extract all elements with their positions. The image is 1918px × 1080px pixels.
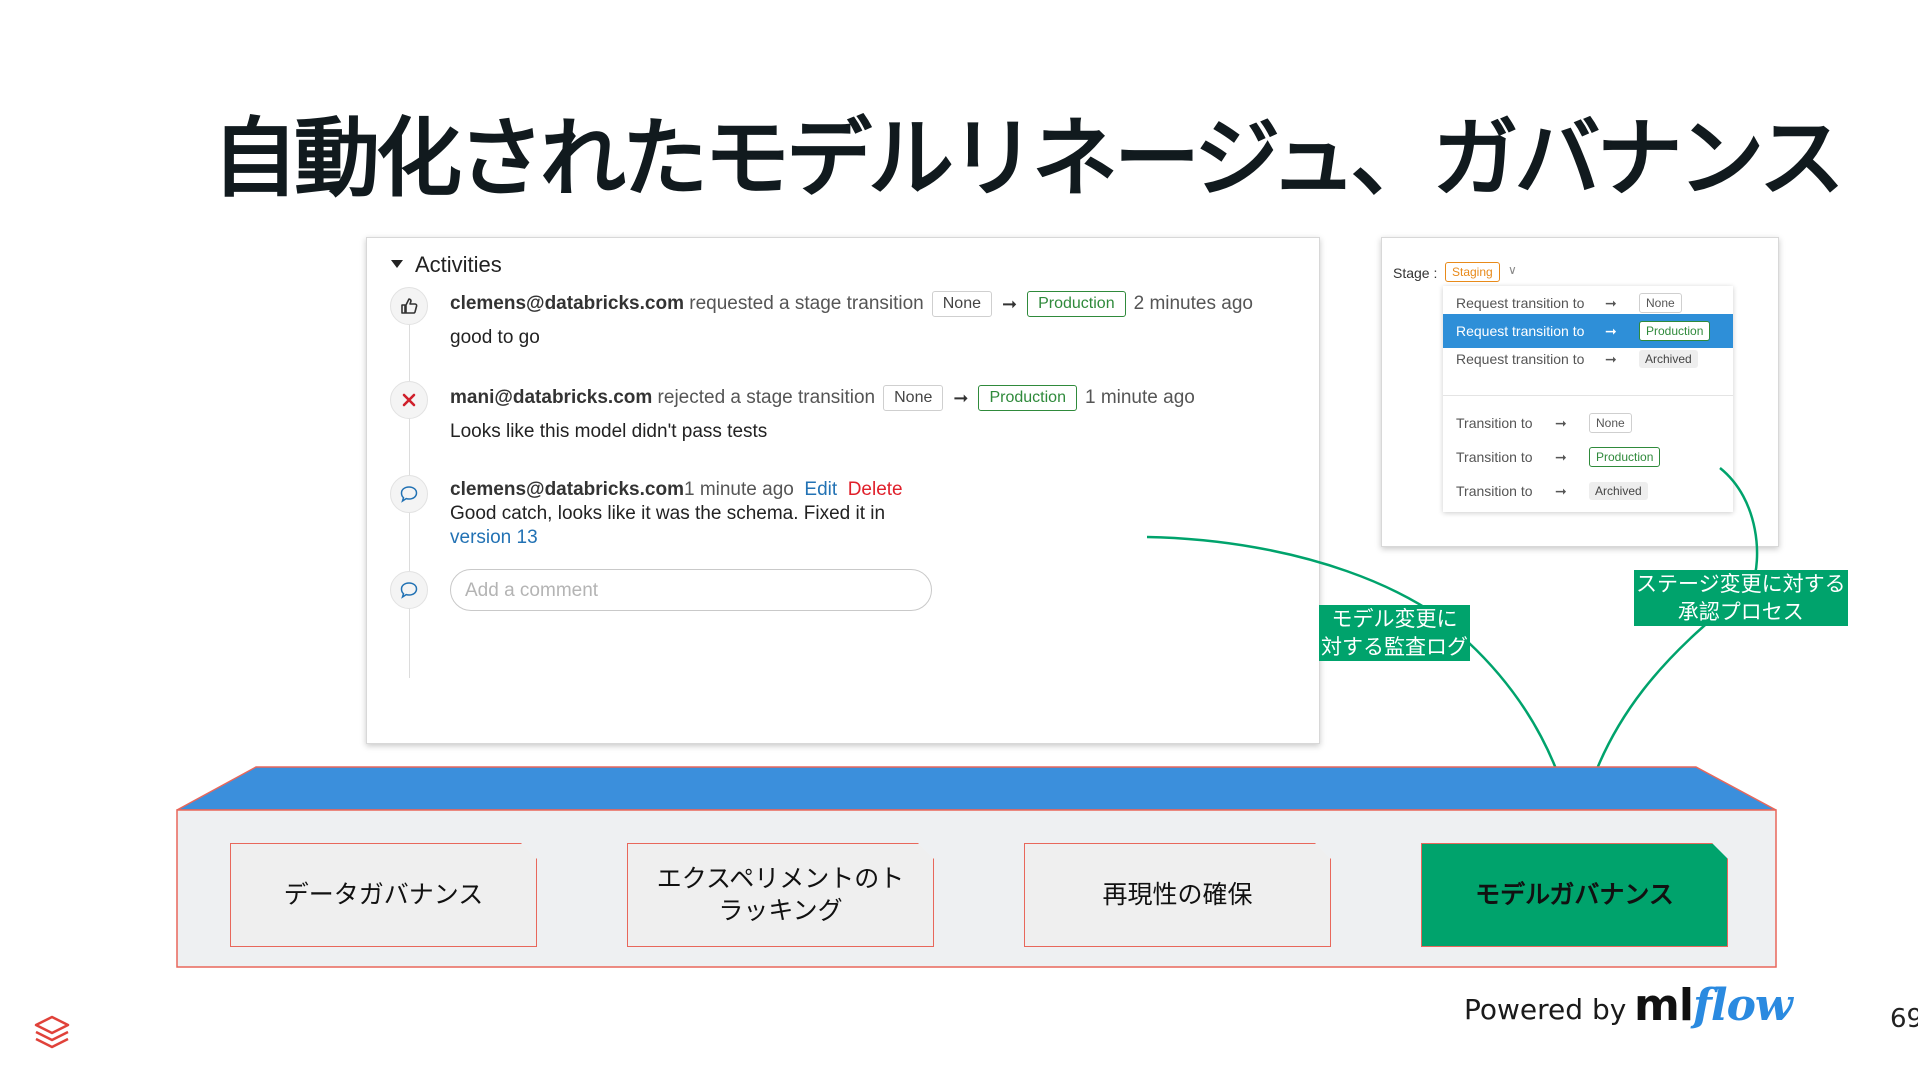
page-number: 69: [1890, 1004, 1918, 1034]
powered-by-label: Powered by: [1464, 993, 1627, 1026]
pillar-label: エクスペリメントのト: [656, 864, 905, 893]
callout-line: 承認プロセス: [1677, 600, 1804, 624]
pillar-label: ラッキング: [718, 896, 843, 925]
pillar-data-governance: データガバナンス: [230, 843, 537, 947]
databricks-logo-icon: [34, 1015, 70, 1049]
logo-flow: flow: [1692, 980, 1793, 1031]
pillar-reproducibility: 再現性の確保: [1024, 843, 1331, 947]
callout-line: モデル変更に: [1331, 607, 1458, 631]
logo-ml: ml: [1634, 980, 1694, 1031]
pillar-label: 再現性の確保: [1102, 880, 1253, 909]
pillar-model-governance: モデルガバナンス: [1421, 843, 1728, 947]
approval-process-callout: ステージ変更に対する 承認プロセス: [1634, 570, 1848, 626]
callout-line: 対する監査ログ: [1321, 635, 1468, 659]
pillar-label: データガバナンス: [283, 880, 484, 909]
callout-line: ステージ変更に対する: [1636, 572, 1846, 596]
audit-log-callout: モデル変更に 対する監査ログ: [1319, 605, 1470, 661]
mlflow-logo: mlflow: [1634, 980, 1793, 1031]
pillar-label: モデルガバナンス: [1475, 880, 1674, 909]
pillar-experiment-tracking: エクスペリメントのト ラッキング: [627, 843, 934, 947]
